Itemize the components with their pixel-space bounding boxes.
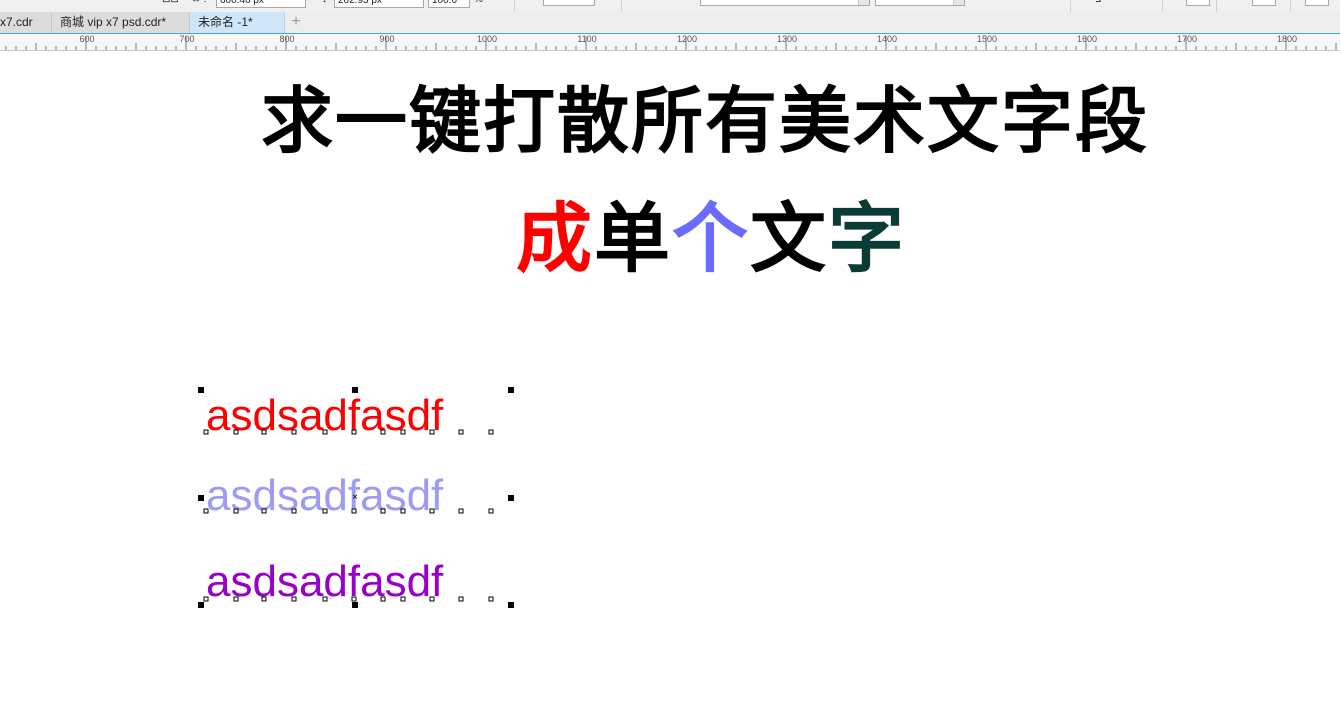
character-node[interactable] — [322, 596, 328, 602]
character-node[interactable] — [458, 508, 464, 514]
separator — [1216, 0, 1217, 12]
edit-text-button[interactable] — [1252, 0, 1276, 6]
character-node[interactable] — [400, 596, 406, 602]
character-node[interactable] — [400, 429, 406, 435]
character-node[interactable] — [203, 429, 209, 435]
character-node[interactable] — [233, 508, 239, 514]
character-node[interactable] — [291, 596, 297, 602]
object-size-icon: ⊡⊡ — [162, 0, 179, 6]
percent-label: % — [474, 0, 483, 6]
subtitle-char-2[interactable]: 单 — [593, 194, 671, 284]
selection-handle[interactable] — [508, 387, 514, 393]
character-node[interactable] — [322, 429, 328, 435]
character-node[interactable] — [429, 596, 435, 602]
width-label: ↔ : — [191, 0, 207, 6]
character-node[interactable] — [203, 596, 209, 602]
character-node[interactable] — [488, 429, 494, 435]
font-list-dropdown[interactable] — [700, 0, 870, 6]
ruler-tick-label: 1300 — [776, 34, 798, 44]
separator — [1162, 0, 1163, 12]
height-icon: ↕ — [322, 0, 327, 6]
chevron-down-icon — [858, 0, 869, 5]
character-node[interactable] — [291, 508, 297, 514]
add-tab-icon[interactable]: + — [287, 14, 305, 31]
character-node[interactable] — [380, 596, 386, 602]
rotation-center-icon[interactable]: × — [352, 493, 358, 503]
ruler-tick-label: 1200 — [676, 34, 698, 44]
character-node[interactable] — [429, 508, 435, 514]
ruler-tick-label: 1000 — [476, 34, 498, 44]
character-node[interactable] — [488, 508, 494, 514]
separator — [621, 0, 622, 12]
character-node[interactable] — [351, 429, 357, 435]
ruler-tick-label: 600 — [79, 34, 95, 44]
selection-handle[interactable] — [198, 495, 204, 501]
separator — [514, 0, 515, 12]
scale-field[interactable]: 100.0 — [428, 0, 470, 8]
ruler-tick-label: 900 — [379, 34, 395, 44]
character-node[interactable] — [203, 508, 209, 514]
character-node[interactable] — [322, 508, 328, 514]
height-field[interactable]: 202.93 px — [334, 0, 424, 8]
tab-x7-cdr[interactable]: x7.cdr — [0, 12, 52, 33]
chevron-down-icon — [953, 0, 964, 5]
text-format-button[interactable] — [1186, 0, 1210, 6]
subtitle-char-1[interactable]: 成 — [515, 194, 593, 284]
canvas-title-text[interactable]: 求一键打散所有美术文字段 — [0, 78, 1340, 164]
align-icon[interactable]: ⅃ — [1096, 0, 1102, 6]
selection-handle[interactable] — [508, 495, 514, 501]
character-node[interactable] — [488, 596, 494, 602]
selection-handle[interactable] — [352, 387, 358, 393]
ruler-tick-label: 1600 — [1076, 34, 1098, 44]
character-node[interactable] — [351, 596, 357, 602]
character-node[interactable] — [261, 508, 267, 514]
ruler-tick-label: 1100 — [577, 34, 597, 44]
selection-handle[interactable] — [352, 602, 358, 608]
character-node[interactable] — [380, 508, 386, 514]
character-node[interactable] — [351, 508, 357, 514]
width-field[interactable]: 600.46 px — [216, 0, 306, 8]
character-node[interactable] — [233, 596, 239, 602]
font-size-dropdown[interactable] — [875, 0, 965, 6]
vertical-text-button[interactable] — [1305, 0, 1329, 6]
subtitle-char-4[interactable]: 文 — [749, 194, 827, 284]
selection-handle[interactable] — [198, 387, 204, 393]
ruler-tick-label: 800 — [279, 34, 295, 44]
character-node[interactable] — [261, 596, 267, 602]
horizontal-ruler[interactable]: 600 700 800 900 1000 1100 1200 1300 1400 1500 1600… — [0, 34, 1340, 51]
character-node[interactable] — [400, 508, 406, 514]
subtitle-char-3[interactable]: 个 — [671, 194, 749, 284]
character-node[interactable] — [458, 429, 464, 435]
character-node[interactable] — [429, 429, 435, 435]
ruler-tick-label: 700 — [179, 34, 195, 44]
ruler-ticks — [5, 36, 1337, 50]
separator — [1290, 0, 1291, 12]
character-node[interactable] — [291, 429, 297, 435]
ruler-tick-label: 1700 — [1176, 34, 1198, 44]
selection-handle[interactable] — [198, 602, 204, 608]
character-node[interactable] — [458, 596, 464, 602]
canvas-subtitle-text[interactable]: 成单个文字 — [0, 194, 1340, 284]
ruler-tick-label: 1800 — [1276, 34, 1298, 44]
tab-untitled-1[interactable]: 未命名 -1* — [190, 12, 285, 33]
ruler-tick-label: 1500 — [976, 34, 998, 44]
character-node[interactable] — [380, 429, 386, 435]
tab-mall-vip-psd[interactable]: 商城 vip x7 psd.cdr* — [52, 12, 190, 33]
character-node[interactable] — [261, 429, 267, 435]
rotation-control[interactable] — [543, 0, 595, 6]
character-node[interactable] — [233, 429, 239, 435]
document-tab-bar: x7.cdr 商城 vip x7 psd.cdr* 未命名 -1* + — [0, 12, 1340, 34]
ruler-tick-label: 1400 — [876, 34, 898, 44]
selection-handle[interactable] — [508, 602, 514, 608]
subtitle-char-5[interactable]: 字 — [827, 194, 905, 284]
separator — [1070, 0, 1071, 12]
